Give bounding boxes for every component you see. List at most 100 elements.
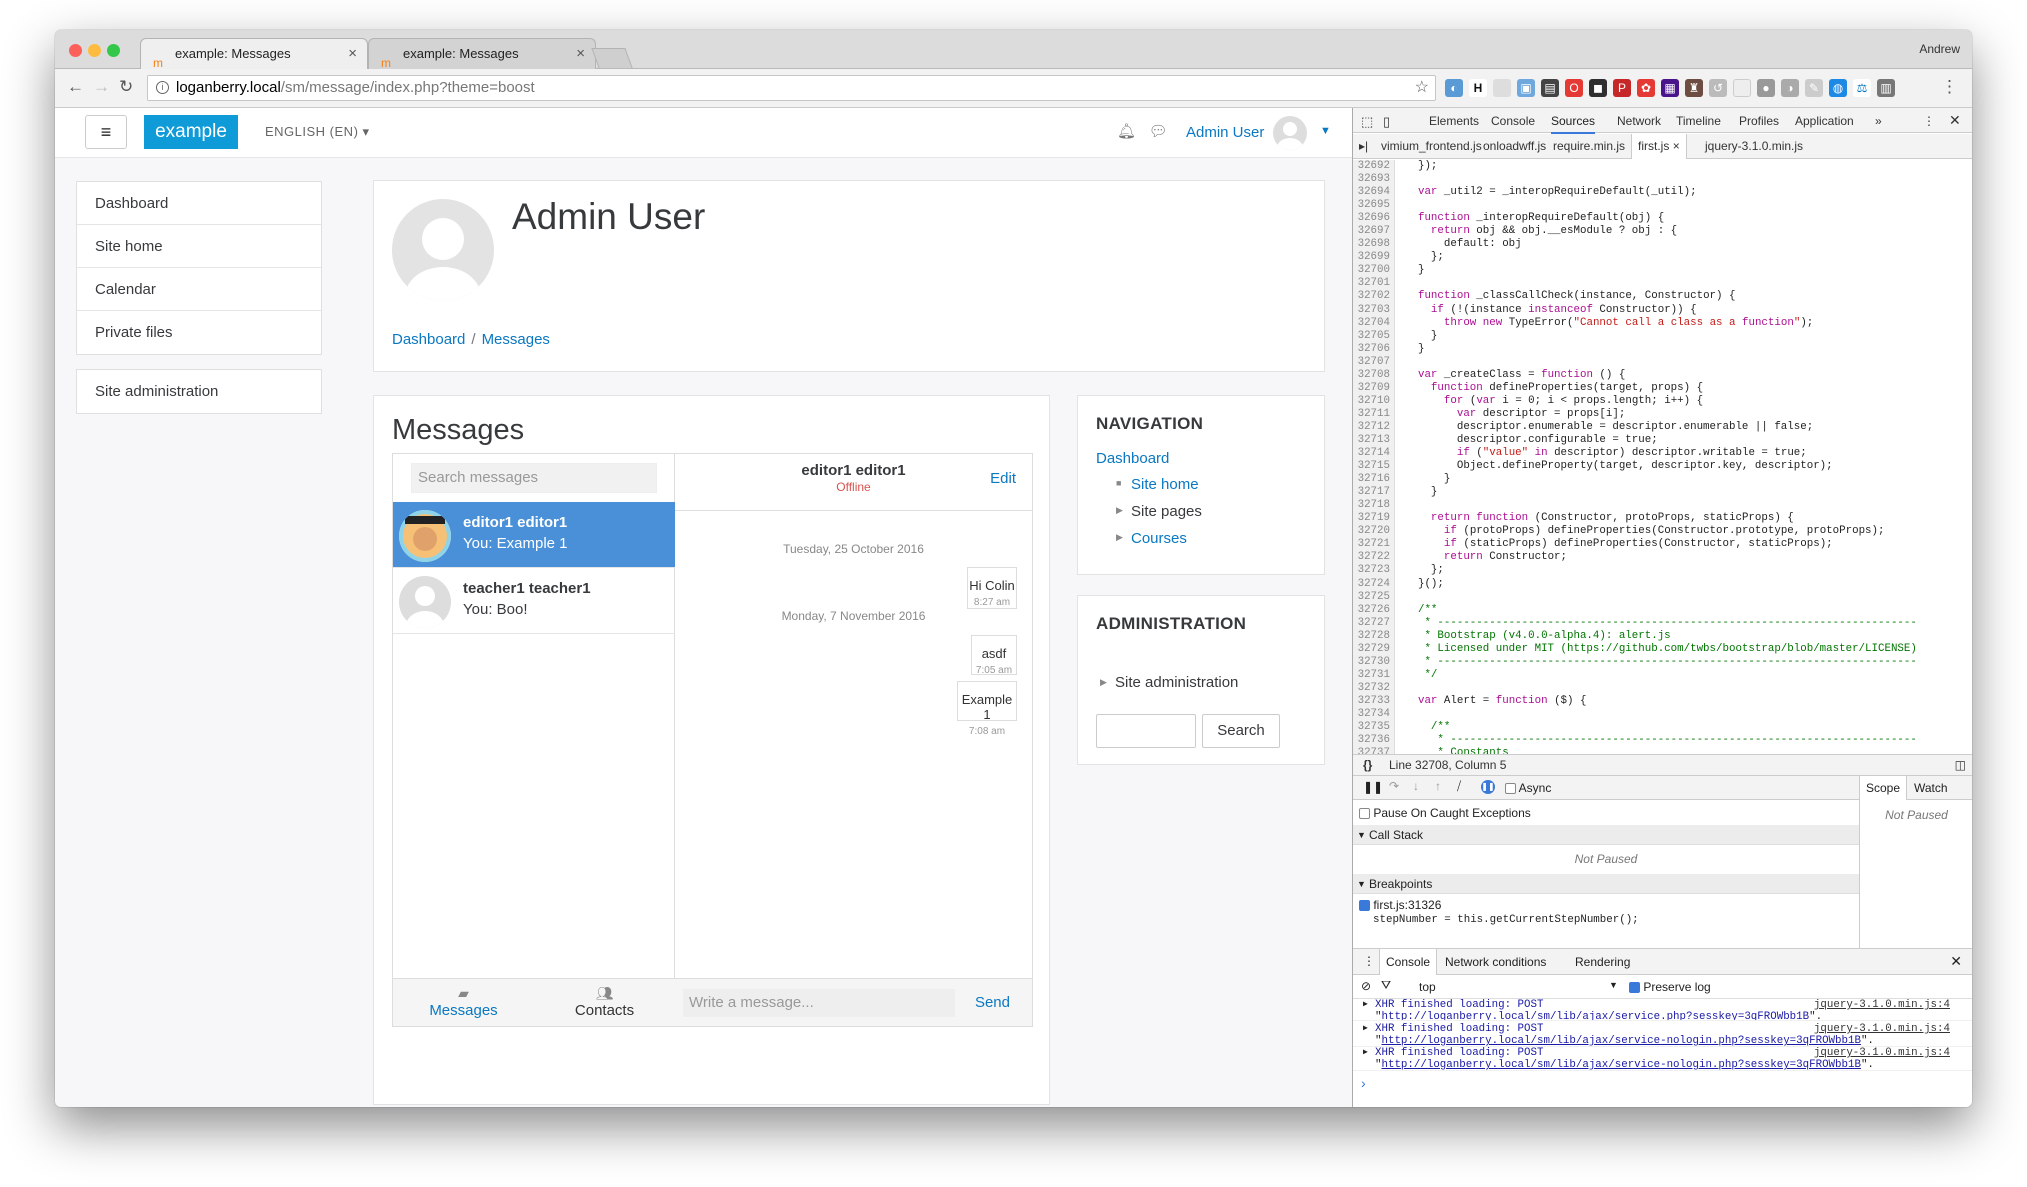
breakpoints-header[interactable]: ▼ Breakpoints <box>1353 874 1859 894</box>
pinterest-icon[interactable]: P <box>1613 79 1631 97</box>
expand-arrow-icon[interactable]: ▶ <box>1116 505 1123 516</box>
new-tab-button[interactable] <box>591 48 633 68</box>
call-stack-header[interactable]: ▼ Call Stack <box>1353 825 1859 845</box>
bookmark-star-icon[interactable]: ☆ <box>1415 76 1429 100</box>
nav-item-calendar[interactable]: Calendar <box>77 268 321 311</box>
user-avatar[interactable] <box>1273 116 1307 150</box>
tab-elements[interactable]: Elements <box>1429 114 1479 128</box>
send-button[interactable]: Send <box>975 994 1010 1011</box>
expand-triangle-icon[interactable]: ▶ <box>1363 1023 1368 1035</box>
extension-icon[interactable]: ⚖ <box>1853 79 1871 97</box>
pause-caught-checkbox[interactable]: Pause On Caught Exceptions <box>1359 806 1531 820</box>
close-window-button[interactable] <box>69 44 82 57</box>
site-brand[interactable]: example <box>144 115 238 149</box>
log-source-link[interactable]: jquery-3.1.0.min.js:4 <box>1814 1047 1950 1059</box>
console-message[interactable]: ▶ XHR finished loading: POST jquery-3.1.0.… <box>1353 999 1972 1021</box>
browser-tab-active[interactable]: m example: Messages × <box>140 38 368 70</box>
message-input[interactable]: Write a message... <box>683 989 955 1017</box>
extension-h-icon[interactable]: H <box>1469 79 1487 97</box>
nav-block-dashboard[interactable]: Dashboard <box>1096 450 1169 467</box>
tab-watch[interactable]: Watch <box>1914 781 1948 795</box>
profile-name[interactable]: Andrew <box>1919 42 1960 56</box>
conversation-item[interactable]: teacher1 teacher1 You: Boo! <box>393 568 675 634</box>
close-file-icon[interactable]: × <box>1673 139 1680 153</box>
extension-icon[interactable]: ♜ <box>1685 79 1703 97</box>
console-message[interactable]: ▶ XHR finished loading: POST jquery-3.1.0.… <box>1353 1023 1972 1047</box>
console-message[interactable]: ▶ XHR finished loading: POST jquery-3.1.0.… <box>1353 1047 1972 1071</box>
deactivate-breakpoints-icon[interactable]: ⧸ <box>1457 779 1461 794</box>
extension-icon[interactable] <box>1733 79 1751 97</box>
log-url[interactable]: http://loganberry.local/sm/lib/ajax/serv… <box>1381 1059 1860 1071</box>
close-devtools-icon[interactable]: ✕ <box>1949 112 1961 129</box>
chevron-down-icon[interactable]: ▼ <box>1320 125 1331 137</box>
expand-arrow-icon[interactable]: ▶ <box>1116 532 1123 543</box>
nav-block-courses[interactable]: Courses <box>1131 530 1187 547</box>
admin-search-button[interactable]: Search <box>1202 714 1280 748</box>
extension-icon[interactable]: ▣ <box>1517 79 1535 97</box>
browser-menu-icon[interactable]: ⋮ <box>1941 77 1958 97</box>
more-tabs-icon[interactable]: » <box>1875 114 1882 128</box>
log-url[interactable]: http://loganberry.local/sm/lib/ajax/serv… <box>1381 1035 1860 1047</box>
messages-tab[interactable]: ▰ Messages <box>393 979 534 1027</box>
async-checkbox[interactable]: Async <box>1505 781 1551 795</box>
file-tab[interactable]: jquery-3.1.0.min.js <box>1705 139 1803 153</box>
drawer-tab-console[interactable]: Console <box>1379 949 1438 975</box>
zoom-window-button[interactable] <box>107 44 120 57</box>
nav-block-site-home[interactable]: Site home <box>1131 476 1199 493</box>
expand-arrow-icon[interactable]: ▶ <box>1100 677 1107 688</box>
reload-icon[interactable]: ↻ <box>119 77 133 97</box>
extension-icon[interactable]: ▦ <box>1661 79 1679 97</box>
step-into-icon[interactable]: ↓ <box>1413 779 1419 793</box>
file-tab-active[interactable]: first.js × <box>1631 134 1687 159</box>
extension-icon[interactable]: ● <box>1757 79 1775 97</box>
tab-network[interactable]: Network <box>1617 114 1661 128</box>
drawer-tab-rendering[interactable]: Rendering <box>1575 955 1630 969</box>
step-over-icon[interactable]: ↷ <box>1389 779 1399 793</box>
drawer-menu-icon[interactable]: ⋮ <box>1363 954 1375 968</box>
drawer-tab-network-conditions[interactable]: Network conditions <box>1445 955 1546 969</box>
log-source-link[interactable]: jquery-3.1.0.min.js:4 <box>1814 999 1950 1011</box>
device-mode-icon[interactable]: ▯ <box>1383 114 1390 130</box>
nav-item-site-administration[interactable]: Site administration <box>77 370 321 413</box>
filter-icon[interactable]: ⛛ <box>1381 978 1391 993</box>
checkbox-checked-icon[interactable] <box>1359 900 1370 912</box>
close-tab-icon[interactable]: × <box>576 39 585 69</box>
breakpoint-item[interactable]: first.js:31326 <box>1359 898 1441 912</box>
notification-bell-icon[interactable]: 🔔︎ <box>1117 123 1136 140</box>
log-source-link[interactable]: jquery-3.1.0.min.js:4 <box>1814 1023 1950 1035</box>
address-bar[interactable]: i loganberry.local/sm/message/index.php?… <box>147 75 1436 101</box>
extension-icon[interactable]: ◼ <box>1589 79 1607 97</box>
extension-icon[interactable]: ▥ <box>1877 79 1895 97</box>
tab-profiles[interactable]: Profiles <box>1739 114 1779 128</box>
console-prompt-icon[interactable]: › <box>1361 1075 1366 1091</box>
file-tab[interactable]: require.min.js <box>1553 139 1625 153</box>
messages-icon[interactable]: 💬︎ <box>1149 123 1168 140</box>
drawer-toggle-button[interactable]: ≡ <box>85 115 127 149</box>
devtools-menu-icon[interactable]: ⋮ <box>1923 114 1935 128</box>
extension-icon[interactable]: ◍ <box>1829 79 1847 97</box>
extension-icon[interactable]: ◐ <box>1445 79 1463 97</box>
minimize-window-button[interactable] <box>88 44 101 57</box>
forward-arrow-icon[interactable]: → <box>93 77 110 97</box>
pause-on-exceptions-icon[interactable]: ❚❚ <box>1481 780 1495 794</box>
log-url[interactable]: http://loganberry.local/sm/lib/ajax/serv… <box>1381 1011 1809 1020</box>
contacts-tab[interactable]: 👥︎ Contacts <box>534 979 675 1027</box>
step-out-icon[interactable]: ↑ <box>1435 779 1441 793</box>
browser-tab[interactable]: m example: Messages × <box>368 38 596 70</box>
back-arrow-icon[interactable]: ← <box>67 77 84 97</box>
pause-icon[interactable]: ❚❚ <box>1363 780 1383 794</box>
close-drawer-icon[interactable]: ✕ <box>1950 953 1962 970</box>
extension-icon[interactable]: ✎ <box>1805 79 1823 97</box>
preserve-log-checkbox[interactable]: Preserve log <box>1629 980 1711 994</box>
pretty-print-icon[interactable]: {} <box>1363 755 1372 775</box>
source-code-editor[interactable]: 32692 32693 32694 32695 32696 32697 3269… <box>1353 160 1972 754</box>
tab-sources[interactable]: Sources <box>1551 114 1596 134</box>
close-tab-icon[interactable]: × <box>348 39 357 69</box>
tab-timeline[interactable]: Timeline <box>1676 114 1721 128</box>
extension-icon[interactable]: ▤ <box>1541 79 1559 97</box>
extension-icon[interactable] <box>1493 79 1511 97</box>
extension-icon[interactable]: ✿ <box>1637 79 1655 97</box>
toggle-navigator-icon[interactable]: ▸| <box>1359 139 1368 153</box>
context-select[interactable]: top <box>1419 980 1436 994</box>
chevron-down-icon[interactable]: ▼ <box>1609 980 1618 990</box>
